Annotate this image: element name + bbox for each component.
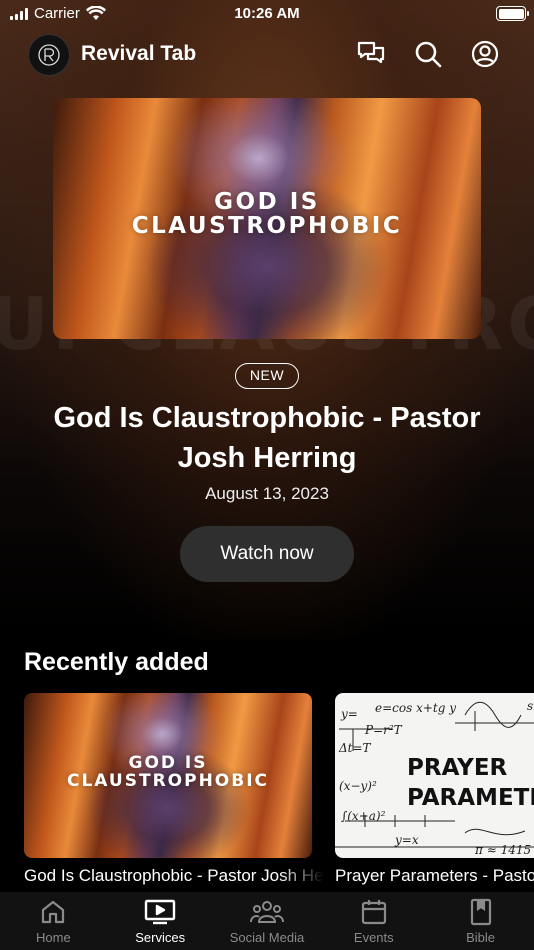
new-badge: NEW [235, 363, 299, 389]
recent-card-1[interactable]: GOD IS CLAUSTROPHOBIC [24, 693, 312, 858]
people-icon [249, 898, 284, 926]
card-image-text: GOD IS CLAUSTROPHOBIC [66, 753, 270, 791]
battery-icon [496, 6, 529, 21]
featured-image-text: GOD IS CLAUSTROPHOBIC [131, 189, 403, 240]
logo-mark-icon [38, 44, 60, 66]
featured-thumbnail[interactable]: GOD IS CLAUSTROPHOBIC [53, 98, 481, 339]
featured-title: God Is Claustrophobic - Pastor Josh Herr… [53, 402, 481, 474]
tab-social-media[interactable]: Social Media [214, 892, 321, 950]
recent-card-2-caption: Prayer Parameters - Pastor Josh Herring [335, 866, 534, 885]
status-bar: Carrier 10:26 AM [0, 0, 534, 30]
top-bar: Revival Tab [0, 32, 534, 78]
search-icon[interactable] [412, 38, 444, 70]
recent-card-1-caption: God Is Claustrophobic - Pastor Josh Herr… [24, 866, 324, 885]
app-logo[interactable] [28, 34, 70, 76]
tab-label: Home [36, 930, 71, 945]
tab-label: Events [353, 930, 394, 945]
tab-services[interactable]: Services [107, 892, 214, 950]
recently-added-heading: Recently added [24, 648, 209, 676]
home-icon [40, 898, 66, 926]
status-time: 10:26 AM [234, 5, 300, 22]
tab-label: Services [135, 930, 186, 945]
tv-icon [144, 898, 176, 926]
calendar-icon [361, 898, 387, 926]
recent-card-2[interactable]: e=cos x+tg y y= sin α Δt=T P=r²T (x−y)² … [335, 693, 534, 858]
profile-icon[interactable] [469, 38, 501, 70]
chat-icon[interactable] [355, 38, 387, 70]
tab-bible[interactable]: Bible [427, 892, 534, 950]
featured-date: August 13, 2023 [205, 484, 329, 503]
tab-label: Bible [466, 930, 496, 945]
tab-events[interactable]: Events [320, 892, 427, 950]
bible-icon [469, 898, 493, 926]
app-title: Revival Tab [81, 42, 197, 65]
tab-home[interactable]: Home [0, 892, 107, 950]
tab-label: Social Media [229, 930, 305, 945]
card-image-text: PRAYER PARAMETERS [407, 755, 534, 811]
watch-now-button[interactable]: Watch now [180, 526, 354, 582]
tab-bar: Home Services Social Media Events Bible [0, 892, 534, 950]
